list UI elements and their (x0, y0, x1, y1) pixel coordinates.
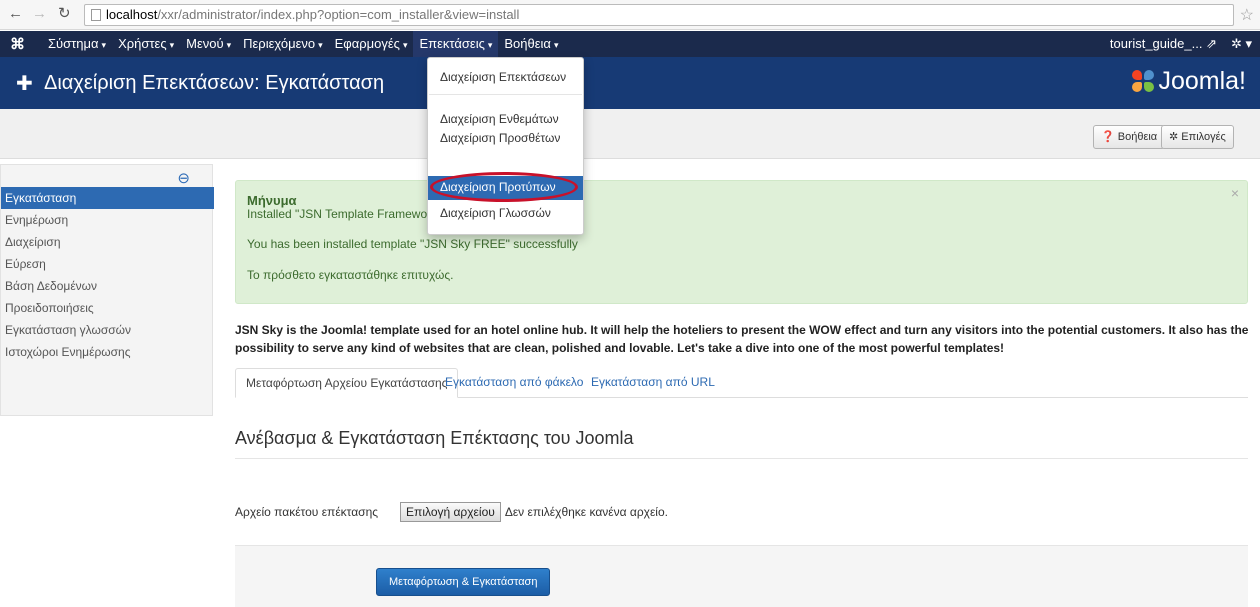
sidebar: ⊖ Εγκατάσταση Ενημέρωση Διαχείριση Εύρεση Βά… (0, 164, 214, 416)
template-description: JSN Sky is the Joomla! template used for… (235, 323, 1249, 355)
back-arrow-icon[interactable]: ← (8, 6, 23, 22)
toolbar: ❓ Βοήθεια ✲ Επιλογές (0, 109, 1260, 159)
caret-down-icon: ▾ (487, 40, 493, 50)
caret-down-icon: ▾ (553, 40, 559, 50)
extension-puzzle-icon: ✚ (16, 73, 33, 95)
sidebar-item[interactable]: Ενημέρωση (1, 209, 214, 231)
install-tabs: Μεταφόρτωση Αρχείου Εγκατάστασης Εγκατάσ… (235, 368, 1248, 398)
dropdown-item-plugins[interactable]: Διαχείριση Προσθέτων (428, 127, 583, 149)
menu-item[interactable]: Σύστημα ▾ (42, 31, 112, 57)
options-button-label: Επιλογές (1181, 131, 1226, 143)
menu-item-label: Περιεχόμενο (243, 36, 316, 51)
page-header: ✚ Διαχείριση Επεκτάσεων: Εγκατάσταση Joo… (0, 57, 1260, 109)
menu-item-label: Βοήθεια (504, 36, 551, 51)
menu-item[interactable]: Εφαρμογές ▾ (329, 31, 414, 57)
dropdown-item-manage-extensions[interactable]: Διαχείριση Επεκτάσεων (428, 66, 583, 88)
success-message: × Μήνυμα Installed "JSN Template Framewo… (235, 180, 1248, 304)
caret-down-icon: ▾ (318, 40, 323, 50)
caret-down-icon: ▾ (226, 40, 232, 50)
sidebar-item[interactable]: Προειδοποιήσεις (1, 297, 214, 319)
user-gear-icon[interactable]: ✲ ▾ (1231, 31, 1252, 57)
url-path: /xxr/administrator/index.php?option=com_… (157, 7, 520, 22)
extensions-dropdown: Διαχείριση Επεκτάσεων Διαχείριση Ενθεμάτ… (427, 57, 584, 235)
close-icon[interactable]: × (1231, 185, 1239, 201)
menu-item[interactable]: Χρήστες ▾ (112, 31, 180, 57)
gear-icon: ✲ (1169, 131, 1179, 143)
address-bar[interactable]: localhost/xxr/administrator/index.php?op… (84, 4, 1234, 26)
caret-down-icon: ▾ (101, 40, 107, 50)
tab-upload-package[interactable]: Μεταφόρτωση Αρχείου Εγκατάστασης (235, 368, 459, 398)
highlight-annotation-ellipse (430, 172, 578, 202)
caret-down-icon: ▾ (169, 40, 175, 50)
main-menu: Σύστημα ▾ Χρήστες ▾ Μενού ▾ Περιεχόμενο ▾ Εφαρμο… (42, 31, 564, 57)
joomla-flower-icon (1132, 70, 1155, 92)
divider (235, 458, 1248, 459)
forward-arrow-icon[interactable]: → (32, 6, 47, 22)
question-icon: ❓ (1101, 131, 1115, 143)
tab-install-from-folder[interactable]: Εγκατάσταση από φάκελο (435, 368, 593, 398)
menu-item[interactable]: Μενού ▾ (180, 31, 237, 57)
sidebar-item[interactable]: Εγκατάσταση γλωσσών (1, 319, 214, 341)
sidebar-item[interactable]: Εύρεση (1, 253, 214, 275)
form-actions: Μεταφόρτωση & Εγκατάσταση (235, 545, 1248, 607)
menu-item-label: Σύστημα (48, 36, 99, 51)
menu-item[interactable]: Περιεχόμενο ▾ (237, 31, 329, 57)
sidebar-item[interactable]: Διαχείριση (1, 231, 214, 253)
joomla-brand: Joomla! (1132, 67, 1246, 96)
message-line: Το πρόσθετο εγκαταστάθηκε επιτυχώς. (247, 268, 454, 282)
choose-file-button[interactable]: Επιλογή αρχείου (400, 502, 501, 522)
caret-down-icon: ▾ (402, 40, 408, 50)
section-title: Ανέβασμα & Εγκατάσταση Επέκτασης του Joo… (235, 428, 634, 448)
sidebar-item[interactable]: Εγκατάσταση (1, 187, 214, 209)
sidebar-item[interactable]: Ιστοχώροι Ενημέρωσης (1, 341, 214, 363)
admin-navbar: ⌘ Σύστημα ▾ Χρήστες ▾ Μενού ▾ Περιεχόμενο ▾ Εφαρ… (0, 31, 1260, 57)
page-title: Διαχείριση Επεκτάσεων: Εγκατάσταση (44, 72, 385, 94)
browser-toolbar: ← → ↻ localhost/xxr/administrator/index.… (0, 0, 1260, 30)
menu-item-label: Μενού (186, 36, 224, 51)
site-link[interactable]: tourist_guide_... ⇗ (1110, 31, 1217, 57)
url-host: localhost (106, 7, 158, 22)
external-link-icon: ⇗ (1206, 36, 1217, 51)
options-button[interactable]: ✲ Επιλογές (1161, 125, 1234, 149)
menu-item-label: Εφαρμογές (334, 36, 400, 51)
brand-text: Joomla! (1158, 67, 1246, 95)
sidebar-item[interactable]: Βάση Δεδομένων (1, 275, 214, 297)
no-file-text: Δεν επιλέχθηκε κανένα αρχείο. (504, 505, 668, 519)
navbar-right: tourist_guide_... ⇗ ✲ ▾ (1110, 31, 1252, 57)
dropdown-divider (429, 94, 582, 95)
collapse-sidebar-icon[interactable]: ⊖ (177, 169, 190, 187)
file-field-label: Αρχείο πακέτου επέκτασης (235, 505, 379, 519)
upload-install-button[interactable]: Μεταφόρτωση & Εγκατάσταση (376, 568, 551, 596)
dropdown-item-languages[interactable]: Διαχείριση Γλωσσών (428, 202, 583, 224)
bookmark-star-icon[interactable]: ☆ (1240, 5, 1254, 25)
reload-icon[interactable]: ↻ (58, 6, 71, 22)
page-icon (91, 9, 101, 21)
help-button-label: Βοήθεια (1117, 131, 1158, 143)
menu-item-label: Χρήστες (118, 36, 167, 51)
message-title: Μήνυμα (247, 193, 297, 208)
menu-item-label: Επεκτάσεις (419, 36, 485, 51)
menu-item[interactable]: Επεκτάσεις ▾ (413, 31, 499, 57)
help-button[interactable]: ❓ Βοήθεια (1093, 125, 1166, 149)
sidebar-menu: Εγκατάσταση Ενημέρωση Διαχείριση Εύρεση Βάση… (1, 187, 214, 363)
tab-install-from-url[interactable]: Εγκατάσταση από URL (581, 368, 725, 398)
site-name: tourist_guide_... (1109, 36, 1203, 51)
menu-item[interactable]: Βοήθεια ▾ (498, 31, 564, 57)
message-line: You has been installed template "JSN Sky… (247, 237, 578, 251)
file-input-row: Αρχείο πακέτου επέκτασης Επιλογή αρχείου… (235, 501, 668, 523)
joomla-logo-icon[interactable]: ⌘ (10, 35, 25, 53)
